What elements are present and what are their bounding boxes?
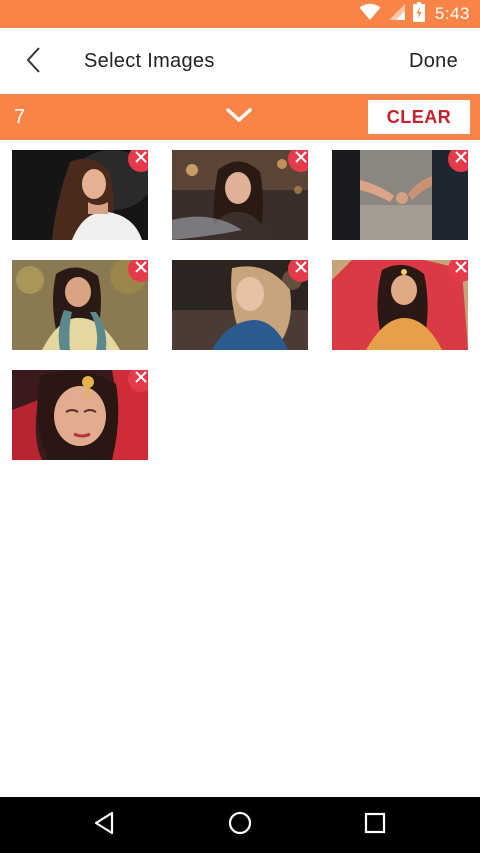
image-thumb-1[interactable] [12, 150, 148, 240]
image-thumb-7[interactable] [12, 370, 148, 460]
nav-back-button[interactable] [88, 809, 120, 841]
close-icon [454, 260, 468, 279]
screen: 5:43 Select Images Done 7 CLEAR [0, 0, 480, 853]
clear-button[interactable]: CLEAR [368, 100, 470, 134]
image-thumb-2[interactable] [172, 150, 308, 240]
portrait-woman-dark-background [12, 150, 148, 240]
status-time: 5:43 [434, 4, 470, 23]
selection-bar: 7 CLEAR [0, 94, 480, 140]
home-circle-icon [228, 811, 252, 840]
app-bar: Select Images Done [0, 28, 480, 94]
nav-home-button[interactable] [224, 809, 256, 841]
expand-button[interactable] [222, 102, 256, 132]
chevron-down-icon [226, 107, 252, 128]
back-button[interactable] [14, 42, 54, 82]
close-icon [134, 260, 148, 279]
couple-holding-hands [332, 150, 468, 240]
woman-at-night-city [172, 150, 308, 240]
signal-icon [388, 3, 406, 26]
image-thumb-3[interactable] [332, 150, 468, 240]
wifi-icon [359, 3, 381, 26]
done-button[interactable]: Done [409, 50, 458, 73]
woman-smiling-blonde [172, 260, 308, 350]
selected-count: 7 [14, 106, 26, 128]
system-nav-bar [0, 797, 480, 853]
image-thumb-5[interactable] [172, 260, 308, 350]
page-title: Select Images [84, 50, 215, 72]
recents-square-icon [364, 812, 386, 839]
close-icon [454, 150, 468, 169]
status-bar: 5:43 [0, 0, 480, 28]
battery-icon [412, 1, 425, 27]
woman-with-braid-outdoors [12, 260, 148, 350]
back-chevron-icon [26, 46, 42, 79]
image-thumb-6[interactable] [332, 260, 468, 350]
close-icon [294, 260, 308, 279]
close-icon [294, 150, 308, 169]
nav-recents-button[interactable] [359, 809, 391, 841]
close-icon [134, 370, 148, 389]
bride-closeup-makeup [12, 370, 148, 460]
bride-red-veil [332, 260, 468, 350]
image-thumb-4[interactable] [12, 260, 148, 350]
close-icon [134, 150, 148, 169]
status-icons: 5:43 [359, 0, 470, 28]
back-triangle-icon [93, 811, 115, 840]
